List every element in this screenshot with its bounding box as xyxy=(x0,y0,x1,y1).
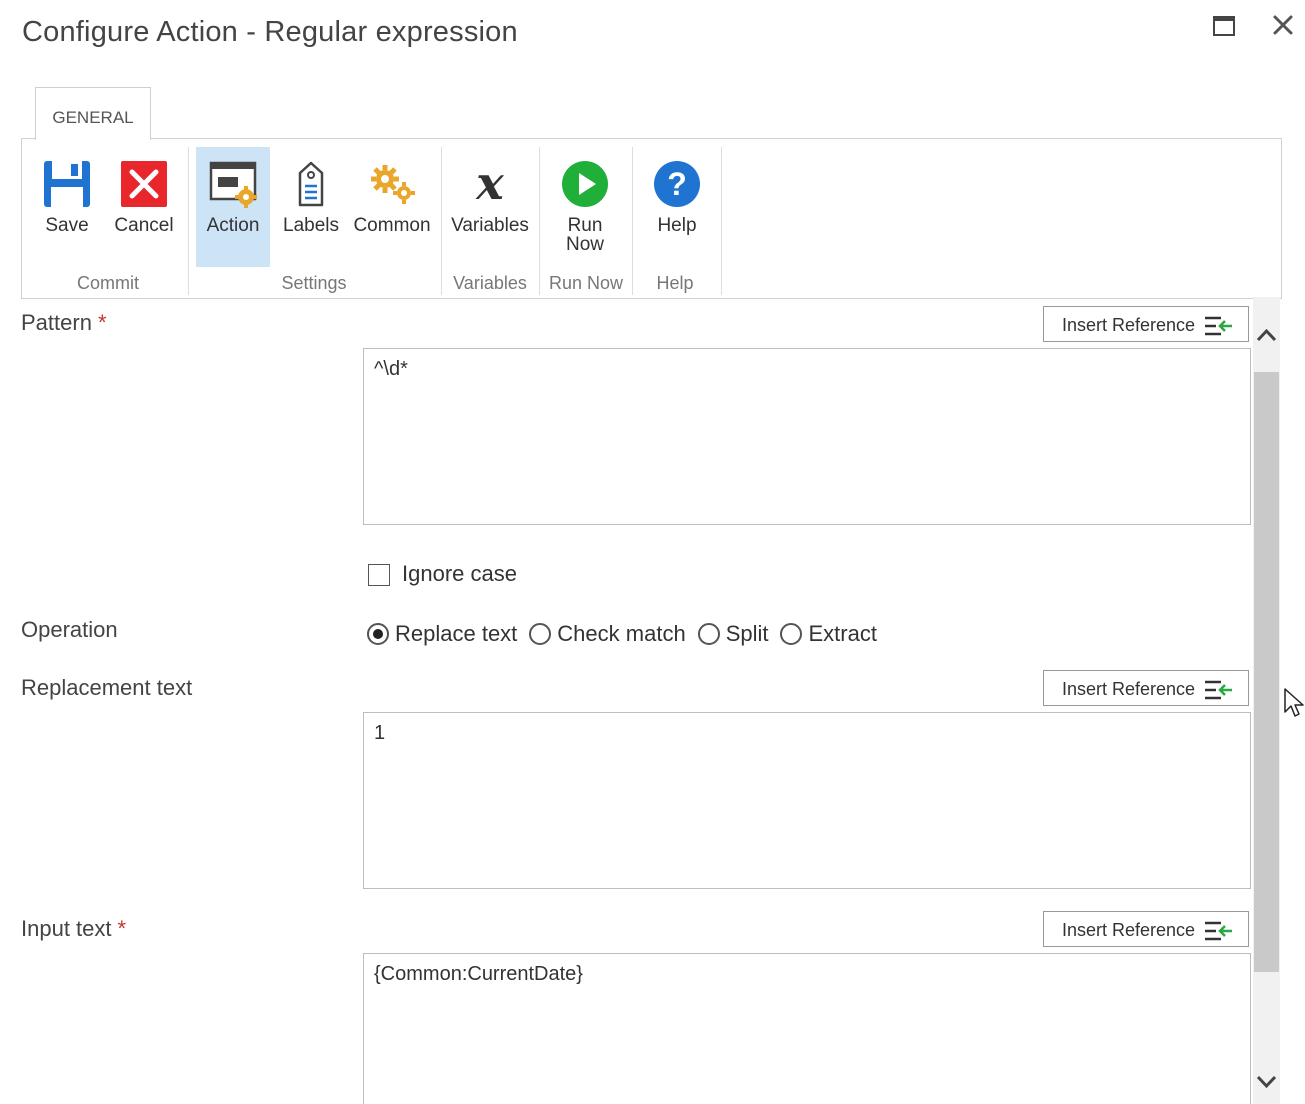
insert-reference-icon xyxy=(1205,316,1232,336)
svg-text:x: x xyxy=(475,159,504,209)
common-icon xyxy=(371,165,415,204)
input-textarea[interactable]: {Common:CurrentDate} xyxy=(363,953,1251,1104)
chevron-up-icon xyxy=(1256,328,1277,342)
scroll-up-button[interactable] xyxy=(1253,320,1280,350)
cancel-icon xyxy=(121,161,167,207)
replacement-textarea[interactable]: 1 xyxy=(363,712,1251,889)
cancel-button[interactable]: Cancel xyxy=(110,147,178,267)
ignore-case-label: Ignore case xyxy=(402,561,517,586)
mouse-cursor xyxy=(1284,688,1304,718)
svg-text:?: ? xyxy=(667,166,687,202)
variables-label: Variables xyxy=(451,215,529,236)
maximize-button[interactable] xyxy=(1212,14,1236,38)
group-label-run-now: Run Now xyxy=(548,273,624,293)
run-now-label-line2: Now xyxy=(565,234,604,255)
input-text-label-text: Input text xyxy=(21,916,112,941)
insert-reference-label: Insert Reference xyxy=(1062,315,1196,335)
chevron-down-icon xyxy=(1256,1075,1277,1089)
group-separator xyxy=(721,147,722,295)
input-insert-reference-button[interactable]: Insert Reference xyxy=(1043,911,1249,947)
close-button[interactable] xyxy=(1270,12,1296,38)
action-button[interactable]: Action xyxy=(196,147,270,267)
required-marker: * xyxy=(97,310,107,335)
pattern-insert-reference-button[interactable]: Insert Reference xyxy=(1043,306,1249,342)
pattern-label: Pattern * xyxy=(21,310,107,336)
run-now-button[interactable]: Run Now xyxy=(548,147,622,267)
save-icon xyxy=(44,161,90,207)
help-button[interactable]: ? Help xyxy=(642,147,712,267)
common-button[interactable]: Common xyxy=(350,147,434,267)
radio-split-label: Split xyxy=(725,621,769,646)
tab-general-label: GENERAL xyxy=(52,108,134,127)
radio-extract-circle xyxy=(780,623,803,645)
run-now-label: Run Now xyxy=(548,216,622,254)
operation-radio-group: Replace text Check match Split Extract xyxy=(367,619,889,649)
close-icon xyxy=(1273,15,1293,35)
radio-replace-text[interactable]: Replace text xyxy=(367,621,517,647)
pattern-textarea[interactable]: ^\d* xyxy=(363,348,1251,525)
variables-icon: x xyxy=(475,159,504,209)
radio-check-match-circle xyxy=(529,623,552,645)
radio-check-match[interactable]: Check match xyxy=(529,621,686,647)
radio-replace-text-circle xyxy=(367,623,389,645)
dialog-title: Configure Action - Regular expression xyxy=(22,16,518,48)
group-label-help: Help xyxy=(656,273,694,293)
group-label-commit: Commit xyxy=(77,273,139,293)
insert-reference-icon xyxy=(1205,921,1232,941)
cancel-label: Cancel xyxy=(114,215,174,236)
help-label: Help xyxy=(657,215,697,236)
tab-general[interactable]: GENERAL xyxy=(35,87,151,140)
run-now-label-line1: Run xyxy=(567,215,603,236)
ribbon: Save Cancel Commit Action Labels Common … xyxy=(21,138,1282,299)
run-now-icon xyxy=(562,161,608,207)
radio-extract-label: Extract xyxy=(808,621,877,646)
common-label: Common xyxy=(353,215,431,236)
labels-icon xyxy=(298,161,324,207)
insert-reference-label: Insert Reference xyxy=(1062,920,1196,940)
input-text-label: Input text * xyxy=(21,916,126,942)
replacement-insert-reference-button[interactable]: Insert Reference xyxy=(1043,670,1249,706)
help-icon: ? xyxy=(654,161,700,207)
pattern-label-text: Pattern xyxy=(21,310,92,335)
group-separator xyxy=(632,147,633,295)
labels-button[interactable]: Labels xyxy=(280,147,342,267)
group-label-variables: Variables xyxy=(453,273,527,293)
operation-label: Operation xyxy=(21,617,118,642)
insert-reference-icon xyxy=(1205,680,1232,700)
save-label: Save xyxy=(45,215,89,236)
insert-reference-label: Insert Reference xyxy=(1062,679,1196,699)
scrollbar-thumb[interactable] xyxy=(1254,372,1279,972)
labels-label: Labels xyxy=(283,215,339,236)
action-label: Action xyxy=(206,215,260,236)
save-button[interactable]: Save xyxy=(36,147,98,267)
group-separator xyxy=(188,147,189,295)
cursor-arrow-icon xyxy=(1284,688,1304,717)
radio-check-match-label: Check match xyxy=(557,621,686,646)
radio-replace-text-label: Replace text xyxy=(395,621,518,646)
variables-button[interactable]: x Variables xyxy=(446,147,534,267)
action-icon xyxy=(209,161,257,208)
maximize-icon xyxy=(1213,16,1235,36)
group-label-settings: Settings xyxy=(281,273,347,293)
required-marker: * xyxy=(117,916,127,941)
radio-split-circle xyxy=(697,623,720,645)
radio-split[interactable]: Split xyxy=(697,621,769,647)
scroll-down-button[interactable] xyxy=(1253,1068,1280,1098)
radio-extract[interactable]: Extract xyxy=(780,621,877,647)
replacement-text-label: Replacement text xyxy=(21,675,193,700)
ignore-case-checkbox[interactable] xyxy=(368,564,390,586)
